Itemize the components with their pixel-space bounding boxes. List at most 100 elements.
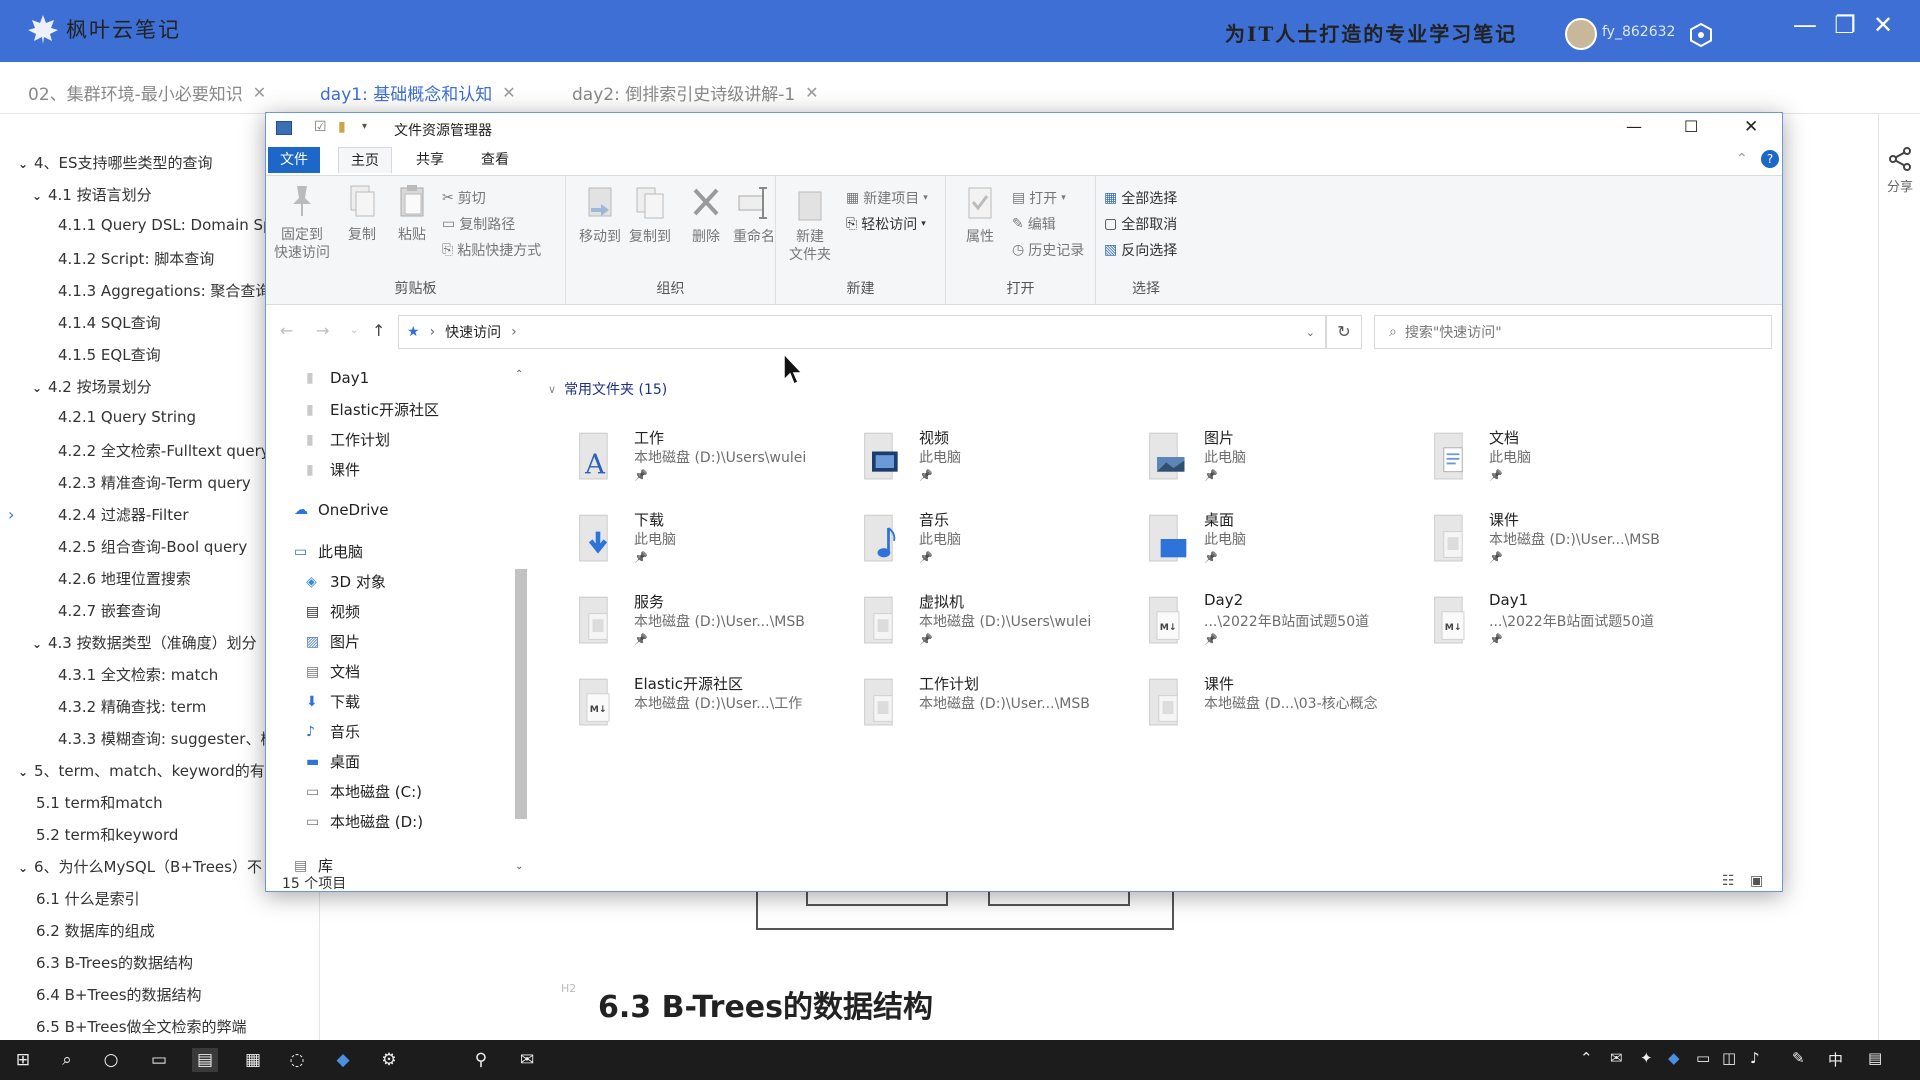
volume-icon[interactable]: ♪ <box>1750 1049 1760 1067</box>
up-button[interactable]: ↑ <box>372 321 385 340</box>
folder-tile[interactable]: M↓ Day2 ...\2022年B站面试题50道 📌 <box>1146 589 1426 661</box>
outline-item[interactable]: 6.2 数据库的组成 <box>36 920 336 941</box>
nav-pc-item[interactable]: ▤ 文档 <box>306 661 360 682</box>
folder-tile[interactable]: M↓ Day1 ...\2022年B站面试题50道 📌 <box>1431 589 1711 661</box>
folder-tile[interactable]: A 工作 本地磁盘 (D:)\Users\wulei 📌 <box>576 425 856 497</box>
avatar[interactable] <box>1565 18 1597 50</box>
notes-app-icon[interactable]: ▦ <box>240 1048 266 1072</box>
nav-onedrive[interactable]: ☁ OneDrive <box>294 501 389 519</box>
doc-tab-1[interactable]: 02、集群环境-最小必要知识 ✕ <box>28 80 266 105</box>
pen-icon[interactable]: ✎ <box>1792 1049 1805 1067</box>
nav-pc-item[interactable]: ⬇ 下载 <box>306 691 360 712</box>
address-dropdown-icon[interactable]: ⌄ <box>1306 326 1315 339</box>
doc-tab-2[interactable]: day1: 基础概念和认知 ✕ <box>320 80 516 105</box>
cut-button[interactable]: ✂ 剪切 <box>442 188 486 208</box>
close-tab-icon[interactable]: ✕ <box>253 83 266 102</box>
folder-tile[interactable]: 下载 此电脑 📌 <box>576 507 856 579</box>
nav-pc-item[interactable]: ▨ 图片 <box>306 631 360 652</box>
help-icon[interactable]: ? <box>1761 150 1779 168</box>
expand-sidebar-icon[interactable]: › <box>8 505 14 524</box>
close-tab-icon[interactable]: ✕ <box>502 83 515 102</box>
ribbon-tab-file[interactable]: 文件 <box>268 147 320 173</box>
tray-app-icon[interactable]: ✦ <box>1640 1049 1653 1067</box>
copy-to-button[interactable]: 复制到 <box>620 184 680 246</box>
network-icon[interactable]: ◫ <box>1722 1049 1736 1067</box>
username[interactable]: fy_862632 <box>1602 24 1675 40</box>
breadcrumb-chevron-icon[interactable]: › <box>511 324 517 340</box>
collapse-group-icon[interactable]: ∨ <box>548 383 556 396</box>
collapse-caret-icon[interactable]: ⌄ <box>18 861 34 875</box>
recent-dropdown-icon[interactable]: ⌄ <box>350 325 358 336</box>
cortana-icon[interactable]: ○ <box>98 1048 124 1072</box>
nav-quick-item[interactable]: ▮ Elastic开源社区 <box>306 399 439 420</box>
scroll-up-icon[interactable]: ⌃ <box>515 369 523 380</box>
nav-quick-item[interactable]: ▮ 课件 <box>306 459 360 480</box>
explorer-minimize-button[interactable]: — <box>1626 117 1642 136</box>
paste-shortcut-button[interactable]: ⎘ 粘贴快捷方式 <box>442 240 541 260</box>
outline-item[interactable]: 6.3 B-Trees的数据结构 <box>36 952 336 973</box>
qat-properties-icon[interactable]: ☑ <box>314 119 327 135</box>
folder-tile[interactable]: 课件 本地磁盘 (D...\03-核心概念 <box>1146 671 1426 743</box>
ime-indicator[interactable]: 中 <box>1828 1049 1843 1070</box>
easy-access-button[interactable]: ⎘ 轻松访问 ▾ <box>846 214 926 234</box>
collapse-caret-icon[interactable]: ⌄ <box>18 157 34 171</box>
nav-scroll-thumb[interactable] <box>515 569 527 819</box>
file-explorer-window[interactable]: ☑ ▮ ▾ 文件资源管理器 — ☐ ✕ 文件 主页 共享 查看 ⌃ ? 固定到 … <box>265 112 1783 892</box>
folder-tile[interactable]: 文档 此电脑 📌 <box>1431 425 1711 497</box>
maximize-button[interactable]: ❐ <box>1830 10 1860 40</box>
back-button[interactable]: ← <box>280 321 293 340</box>
frequent-folders-header[interactable]: ∨ 常用文件夹 (15) <box>548 379 667 399</box>
browser-task-icon[interactable]: ◆ <box>330 1048 356 1072</box>
minimize-button[interactable]: — <box>1790 10 1820 40</box>
collapse-caret-icon[interactable]: ⌄ <box>32 381 48 395</box>
settings-hex-icon[interactable] <box>1688 22 1714 48</box>
pin-quick-access-button[interactable]: 固定到 快速访问 <box>272 182 332 262</box>
address-path[interactable]: 快速访问 <box>445 322 501 342</box>
collapse-caret-icon[interactable]: ⌄ <box>18 765 34 779</box>
qat-dropdown-icon[interactable]: ▾ <box>362 121 367 132</box>
app-logo[interactable]: 枫叶云笔记 <box>26 12 181 46</box>
history-button[interactable]: ◷ 历史记录 <box>1012 240 1084 260</box>
refresh-button[interactable]: ↻ <box>1326 315 1362 349</box>
folder-tile[interactable]: 桌面 此电脑 📌 <box>1146 507 1426 579</box>
folder-tile[interactable]: M↓ Elastic开源社区 本地磁盘 (D:)\User...\工作 <box>576 671 856 743</box>
folder-tile[interactable]: 视频 此电脑 📌 <box>861 425 1141 497</box>
close-button[interactable]: ✕ <box>1868 10 1898 40</box>
details-view-icon[interactable]: ☷ <box>1722 873 1735 889</box>
edit-button[interactable]: ✎ 编辑 <box>1012 214 1056 234</box>
nav-quick-item[interactable]: ▮ 工作计划 <box>306 429 390 450</box>
folder-tile[interactable]: 工作计划 本地磁盘 (D:)\User...\MSB <box>861 671 1141 743</box>
folder-tile[interactable]: 图片 此电脑 📌 <box>1146 425 1426 497</box>
explorer-titlebar[interactable]: ☑ ▮ ▾ 文件资源管理器 — ☐ ✕ <box>266 113 1782 145</box>
large-icons-view-icon[interactable]: ▣ <box>1750 873 1763 889</box>
folder-tile[interactable]: 课件 本地磁盘 (D:)\User...\MSB 📌 <box>1431 507 1711 579</box>
outline-item[interactable]: 6.4 B+Trees的数据结构 <box>36 984 336 1005</box>
search-input[interactable]: ⌕ 搜索"快速访问" <box>1374 315 1772 349</box>
nav-quick-item[interactable]: ▮ Day1 <box>306 369 369 387</box>
collapse-caret-icon[interactable]: ⌄ <box>32 637 48 651</box>
explorer-close-button[interactable]: ✕ <box>1744 117 1758 137</box>
nav-pc-item[interactable]: ▤ 视频 <box>306 601 360 622</box>
new-folder-button[interactable]: 新建 文件夹 <box>780 184 840 264</box>
select-all-button[interactable]: ▦ 全部选择 <box>1104 188 1177 208</box>
doc-tab-3[interactable]: day2: 倒排索引史诗级讲解-1 ✕ <box>572 80 819 105</box>
search-icon[interactable]: ⌕ <box>54 1048 80 1072</box>
collapse-caret-icon[interactable]: ⌄ <box>32 189 48 203</box>
invert-selection-button[interactable]: ▧ 反向选择 <box>1104 240 1177 260</box>
tray-overflow-icon[interactable]: ⌃ <box>1580 1049 1593 1067</box>
nav-pc-item[interactable]: ◈ 3D 对象 <box>306 571 386 592</box>
ribbon-tab-view[interactable]: 查看 <box>469 147 521 173</box>
file-explorer-task-icon[interactable]: ▤ <box>192 1048 218 1072</box>
folder-tile[interactable]: 虚拟机 本地磁盘 (D:)\Users\wulei 📌 <box>861 589 1141 661</box>
copy-path-button[interactable]: ▭ 复制路径 <box>442 214 515 234</box>
wechat-task-icon[interactable]: ✉ <box>514 1048 540 1072</box>
wechat-tray-icon[interactable]: ✉ <box>1610 1049 1623 1067</box>
nav-pc-item[interactable]: ♪ 音乐 <box>306 721 360 742</box>
tray-browser-icon[interactable]: ◆ <box>1668 1049 1680 1067</box>
search-app-task-icon[interactable]: ⚲ <box>468 1048 494 1072</box>
nav-pc-item[interactable]: ▭ 本地磁盘 (D:) <box>306 811 423 832</box>
notification-icon[interactable]: ▤ <box>1868 1049 1882 1067</box>
new-item-button[interactable]: ▦ 新建项目 ▾ <box>846 188 928 208</box>
share-button[interactable]: 分享 <box>1884 146 1916 195</box>
task-view-icon[interactable]: ▭ <box>146 1048 172 1072</box>
